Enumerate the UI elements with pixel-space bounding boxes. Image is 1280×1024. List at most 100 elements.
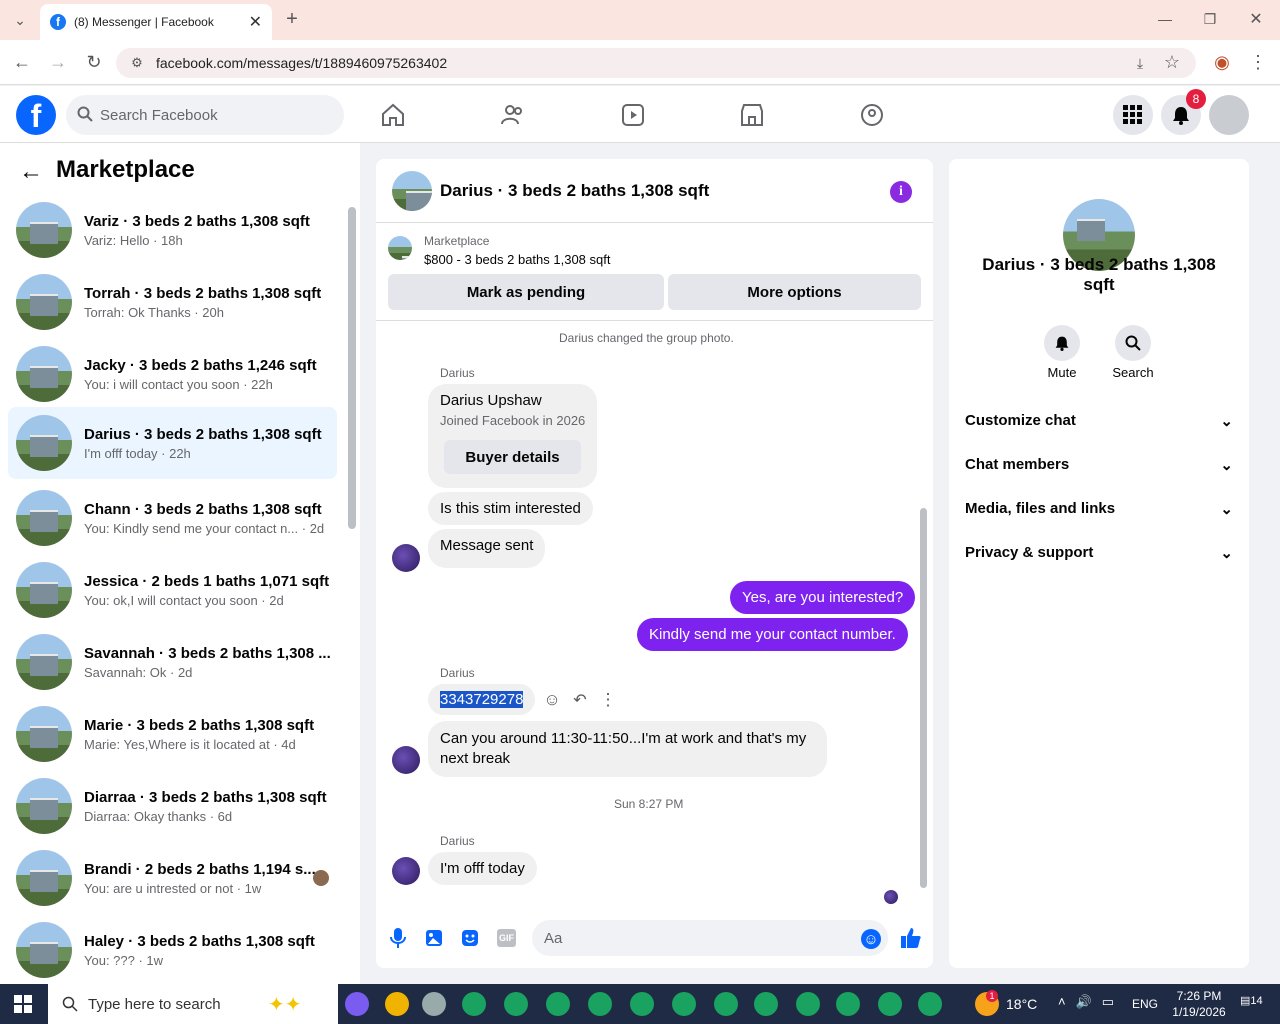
conversation-item[interactable]: Brandi · 2 beds 2 baths 1,194 s... You: a… — [8, 844, 337, 912]
taskbar-app-icon[interactable] — [422, 992, 446, 1016]
tab-list-icon[interactable]: ⌄ — [10, 10, 30, 30]
chrome-window-icon[interactable] — [588, 992, 612, 1016]
search-label[interactable]: Search — [1103, 365, 1163, 380]
chrome-window-icon[interactable] — [546, 992, 570, 1016]
weather-badge: 1 — [986, 990, 998, 1002]
message-bubble[interactable]: Is this stim interested — [428, 492, 593, 525]
facebook-search-input[interactable]: Search Facebook — [66, 95, 344, 135]
sender-avatar[interactable] — [392, 544, 420, 572]
sender-avatar[interactable] — [392, 857, 420, 885]
facebook-logo-icon[interactable]: f — [16, 95, 56, 135]
chat-scrollbar[interactable] — [918, 330, 928, 898]
reload-icon[interactable]: ↻ — [84, 52, 104, 72]
listing-photo — [16, 778, 72, 834]
close-tab-icon[interactable]: ✕ — [249, 12, 262, 32]
language-indicator[interactable]: ENG — [1132, 997, 1158, 1011]
message-input[interactable]: Aa — [532, 920, 888, 956]
conversation-item[interactable]: Diarraa · 3 beds 2 baths 1,308 sqft Diarr… — [8, 772, 337, 840]
chrome-window-icon[interactable] — [796, 992, 820, 1016]
selected-phone-number[interactable]: 3343729278 — [440, 691, 524, 708]
menu-grid-icon[interactable] — [1113, 95, 1153, 135]
sender-avatar[interactable] — [392, 746, 420, 774]
chrome-window-icon[interactable] — [714, 992, 738, 1016]
conversation-item[interactable]: Variz · 3 beds 2 baths 1,308 sqft Variz: … — [8, 196, 337, 264]
microphone-icon[interactable] — [388, 928, 408, 948]
clock[interactable]: 7:26 PM 1/19/2026 — [1164, 988, 1234, 1020]
chrome-window-icon[interactable] — [672, 992, 696, 1016]
new-tab-icon[interactable]: + — [282, 8, 302, 30]
more-actions-icon[interactable]: ⋮ — [598, 690, 618, 710]
chrome-window-icon[interactable] — [918, 992, 942, 1016]
conversation-item[interactable]: Savannah · 3 beds 2 baths 1,308 ... Savan… — [8, 628, 337, 696]
conversation-item[interactable]: Marie · 3 beds 2 baths 1,308 sqft Marie: … — [8, 700, 337, 768]
taskbar-app-icon[interactable] — [385, 992, 409, 1016]
chrome-window-icon[interactable] — [754, 992, 778, 1016]
buyer-details-button[interactable]: Buyer details — [444, 440, 581, 474]
chat-listing-photo[interactable] — [392, 170, 432, 211]
back-arrow-icon[interactable]: ← — [18, 158, 44, 185]
restore-icon[interactable]: ❐ — [1200, 9, 1220, 29]
listing-price: $800 - 3 beds 2 baths 1,308 sqft — [424, 252, 611, 267]
minimize-icon[interactable]: — — [1155, 9, 1175, 29]
message-bubble[interactable]: Message sent — [428, 529, 546, 568]
conversation-item[interactable]: Jessica · 2 beds 1 baths 1,071 sqft You: … — [8, 556, 337, 624]
windows-start-icon[interactable] — [14, 995, 32, 1013]
groups-icon[interactable] — [857, 100, 887, 130]
system-tray-icons[interactable]: ˄🔊▭ — [1058, 994, 1124, 1010]
account-avatar[interactable] — [1209, 95, 1249, 135]
section-privacy-support[interactable]: Privacy & support ⌄ — [965, 544, 1233, 562]
message-bubble[interactable]: Can you around 11:30-11:50...I'm at work… — [428, 721, 827, 777]
photo-icon[interactable] — [424, 928, 444, 948]
reply-icon[interactable]: ↶ — [570, 690, 590, 710]
conversation-item[interactable]: Darius · 3 beds 2 baths 1,308 sqft I'm of… — [8, 407, 337, 479]
conversation-item[interactable]: Chann · 3 beds 2 baths 1,308 sqft You: Ki… — [8, 484, 337, 552]
info-icon[interactable]: i — [890, 181, 912, 203]
install-app-icon[interactable]: ⤓ — [1130, 53, 1150, 73]
mute-label[interactable]: Mute — [1032, 365, 1092, 380]
home-icon[interactable] — [378, 100, 408, 130]
chrome-window-icon[interactable] — [630, 992, 654, 1016]
site-settings-icon[interactable]: ⚙ — [128, 54, 146, 72]
close-window-icon[interactable]: ✕ — [1246, 9, 1266, 29]
conversation-item[interactable]: Torrah · 3 beds 2 baths 1,308 sqft Torrah… — [8, 268, 337, 336]
browser-tab[interactable]: f (8) Messenger | Facebook ✕ — [40, 4, 272, 40]
browser-menu-icon[interactable]: ⋮ — [1248, 52, 1268, 72]
search-in-chat-icon[interactable] — [1115, 325, 1151, 361]
forward-icon[interactable]: → — [48, 52, 68, 72]
chrome-window-icon[interactable] — [504, 992, 528, 1016]
conversation-item[interactable]: Jacky · 3 beds 2 baths 1,246 sqft You: i … — [8, 340, 337, 408]
react-emoji-icon[interactable]: ☺ — [542, 690, 562, 710]
notification-center-icon[interactable]: ▤14 — [1240, 994, 1264, 1014]
page-scrollbar[interactable] — [1270, 90, 1280, 984]
chrome-window-icon[interactable] — [836, 992, 860, 1016]
friends-icon[interactable] — [498, 100, 528, 130]
sidebar-scrollbar[interactable] — [348, 195, 356, 975]
chrome-window-icon[interactable] — [462, 992, 486, 1016]
section-label: Customize chat — [965, 412, 1076, 429]
my-message-bubble[interactable]: Kindly send me your contact number. — [637, 618, 908, 651]
mute-icon[interactable] — [1044, 325, 1080, 361]
message-bubble[interactable]: I'm offf today — [428, 852, 537, 885]
video-icon[interactable] — [618, 100, 648, 130]
section-media-files-links[interactable]: Media, files and links ⌄ — [965, 500, 1233, 518]
marketplace-icon[interactable] — [737, 100, 767, 130]
section-chat-members[interactable]: Chat members ⌄ — [965, 456, 1233, 474]
sticker-icon[interactable] — [460, 928, 480, 948]
gif-icon[interactable]: GIF — [497, 929, 516, 947]
chrome-window-icon[interactable] — [878, 992, 902, 1016]
section-customize-chat[interactable]: Customize chat ⌄ — [965, 412, 1233, 430]
profile-icon[interactable]: ◉ — [1212, 52, 1232, 72]
url-field[interactable]: facebook.com/messages/t/1889460975263402 — [116, 48, 1196, 78]
taskbar-app-icon[interactable] — [345, 992, 369, 1016]
chat-title[interactable]: Darius · 3 beds 2 baths 1,308 sqft — [440, 181, 709, 201]
conversation-item[interactable]: Haley · 3 beds 2 baths 1,308 sqft You: ??… — [8, 916, 337, 984]
temperature[interactable]: 18°C — [1006, 996, 1037, 1012]
message-bubble[interactable]: 3343729278 — [428, 684, 536, 715]
bookmark-star-icon[interactable]: ☆ — [1162, 52, 1182, 72]
like-thumbs-up-icon[interactable] — [900, 927, 922, 949]
mark-as-pending-button[interactable]: Mark as pending — [388, 274, 664, 310]
my-message-bubble[interactable]: Yes, are you interested? — [730, 581, 916, 614]
emoji-icon[interactable]: ☺ — [861, 929, 881, 949]
back-icon[interactable]: ← — [12, 52, 32, 72]
more-options-button[interactable]: More options — [668, 274, 921, 310]
